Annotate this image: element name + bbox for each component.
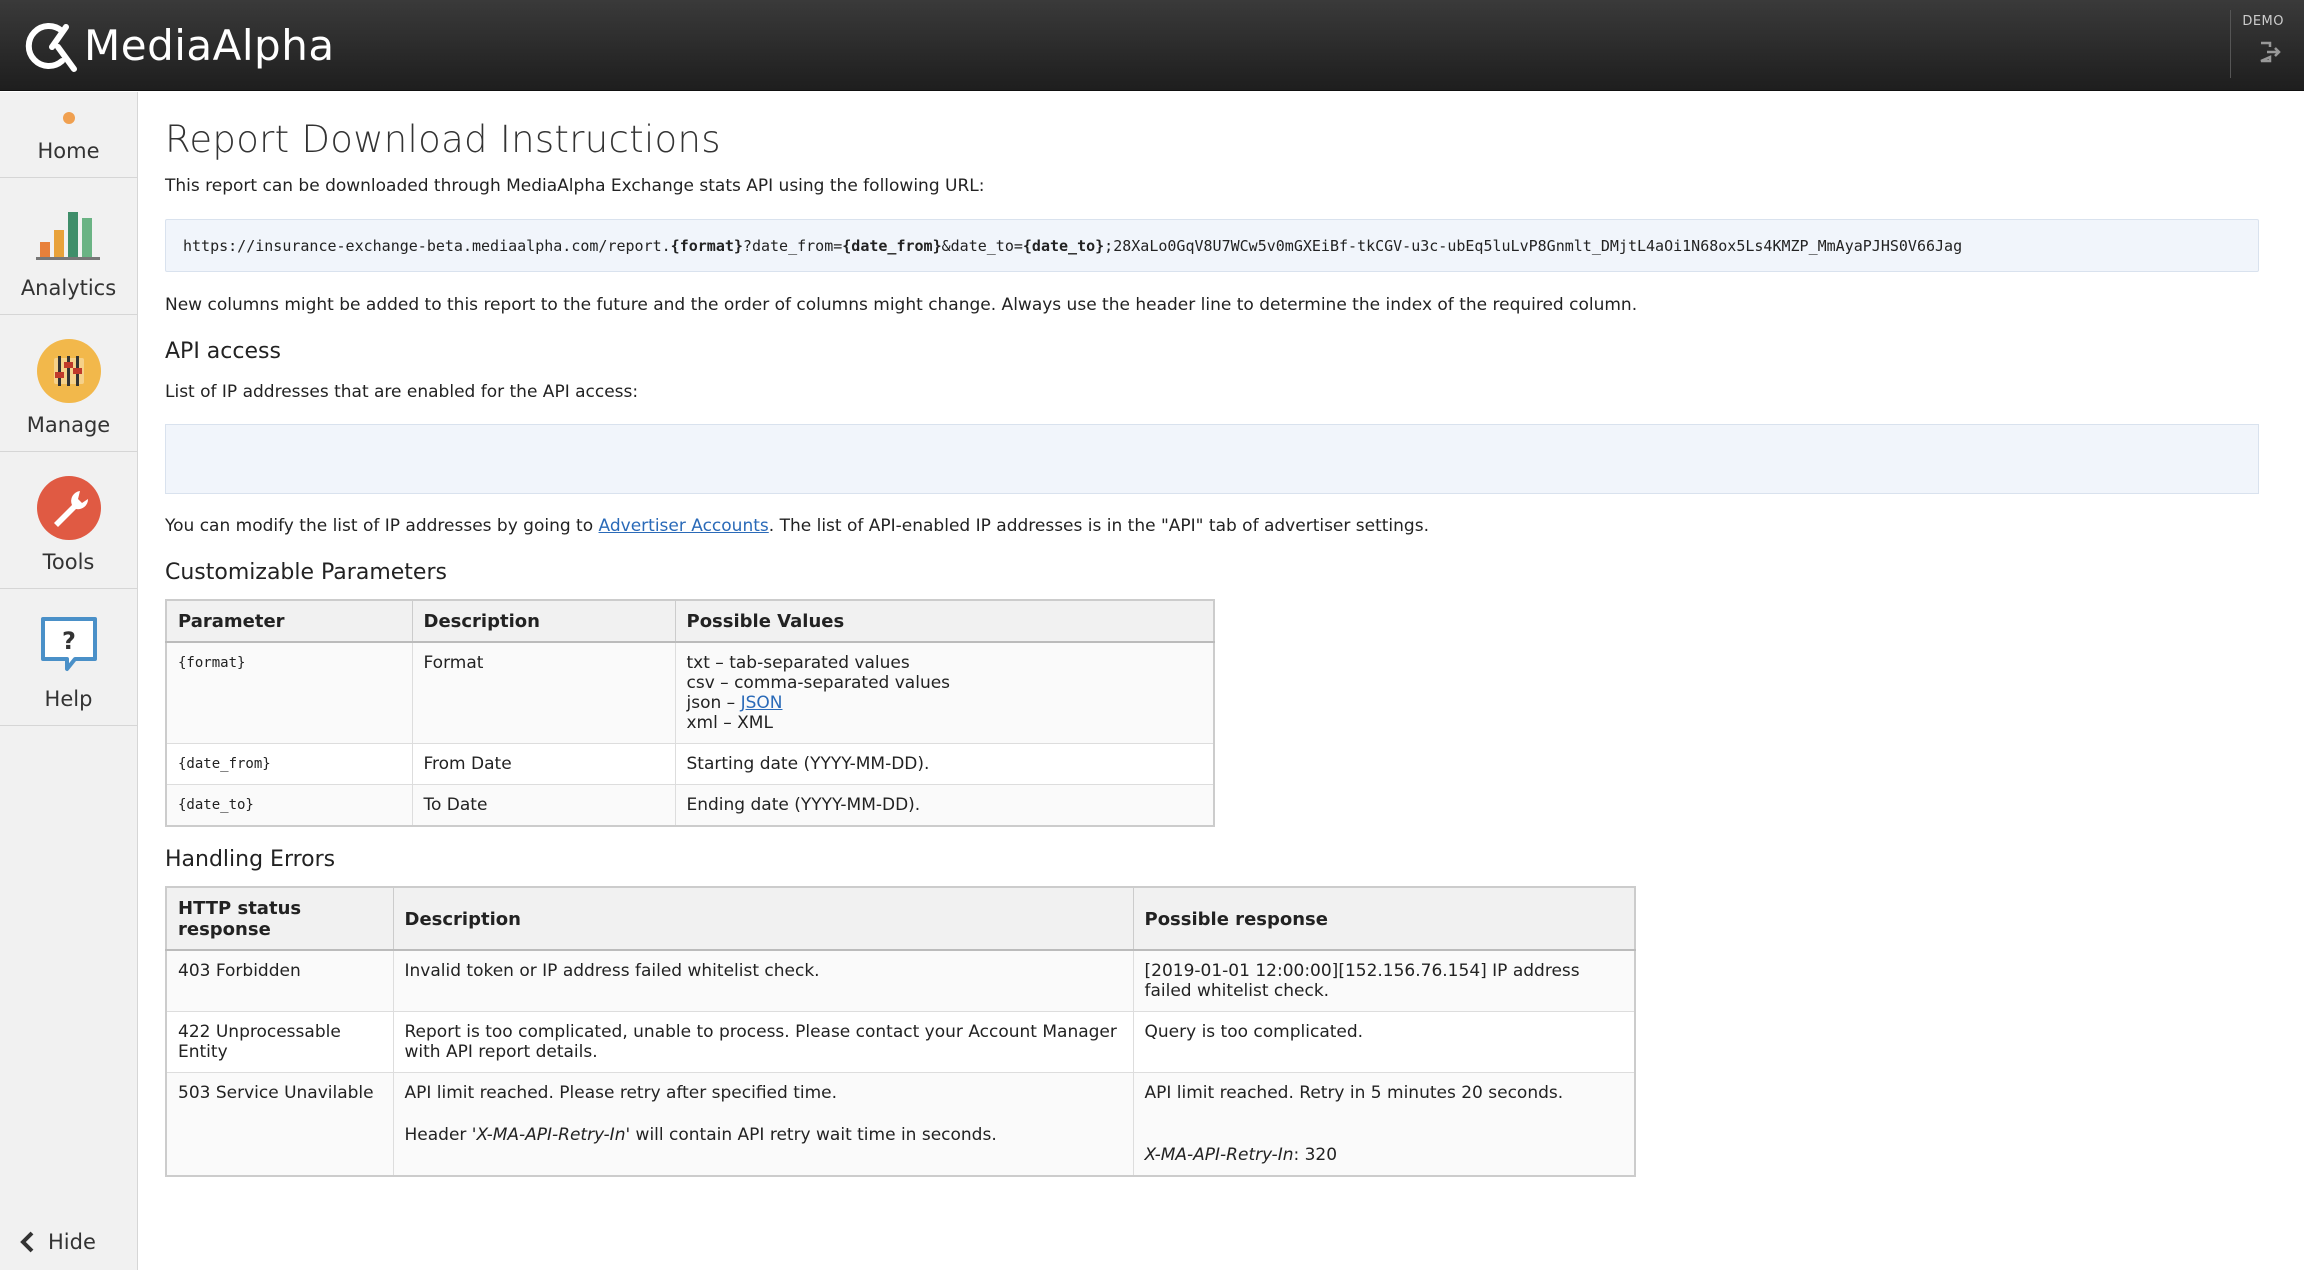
desc-cell: Report is too complicated, unable to pro…: [392, 1011, 1134, 1073]
desc-cell: API limit reached. Please retry after sp…: [392, 1072, 1134, 1177]
desc-cell: Format: [411, 641, 676, 744]
bar-chart-icon: [35, 200, 103, 268]
home-icon: [63, 112, 75, 124]
table-header-row: HTTP status response Description Possibl…: [165, 886, 1636, 951]
ip-address-list: [165, 424, 2259, 494]
sidebar-item-manage[interactable]: Manage: [0, 315, 137, 452]
chevron-left-icon: [20, 1231, 34, 1253]
ip-intro: List of IP addresses that are enabled fo…: [165, 382, 639, 402]
table-header-row: Parameter Description Possible Values: [165, 599, 1215, 643]
status-cell: 403 Forbidden: [165, 949, 394, 1012]
column-header: Description: [392, 886, 1134, 951]
report-url[interactable]: https://insurance-exchange-beta.mediaalp…: [165, 219, 2259, 272]
values-cell: Starting date (YYYY-MM-DD).: [674, 743, 1215, 785]
sidebar-item-help[interactable]: ? Help: [0, 589, 137, 726]
desc-cell: From Date: [411, 743, 676, 785]
brand-name: MediaAlpha: [84, 20, 335, 70]
status-cell: 503 Service Unavilable: [165, 1072, 394, 1177]
param-cell: {date_from}: [165, 743, 413, 785]
columns-note: New columns might be added to this repor…: [165, 295, 1638, 315]
response-cell: Query is too complicated.: [1132, 1011, 1636, 1073]
desc-cell: To Date: [411, 784, 676, 827]
json-link[interactable]: JSON: [741, 693, 783, 713]
account-area: DEMO: [2230, 10, 2304, 78]
values-cell: Ending date (YYYY-MM-DD).: [674, 784, 1215, 827]
sidebar-item-label: Tools: [42, 550, 95, 574]
values-cell: txt – tab-separated values csv – comma-s…: [674, 641, 1215, 744]
response-cell: [2019-01-01 12:00:00][152.156.76.154] IP…: [1132, 949, 1636, 1012]
table-row: {date_from} From Date Starting date (YYY…: [165, 743, 1215, 785]
table-row: 503 Service Unavilable API limit reached…: [165, 1072, 1636, 1177]
param-cell: {format}: [165, 641, 413, 744]
column-header: Possible Values: [674, 599, 1215, 643]
sliders-icon: [35, 337, 103, 405]
mediaalpha-logo-icon: [22, 17, 82, 73]
table-row: 403 Forbidden Invalid token or IP addres…: [165, 949, 1636, 1012]
wrench-icon: [35, 474, 103, 542]
table-row: {format} Format txt – tab-separated valu…: [165, 641, 1215, 744]
intro-text: This report can be downloaded through Me…: [165, 176, 985, 196]
top-bar: MediaAlpha DEMO: [0, 0, 2304, 91]
response-cell: API limit reached. Retry in 5 minutes 20…: [1132, 1072, 1636, 1177]
sidebar-item-label: Analytics: [20, 276, 117, 300]
page-title: Report Download Instructions: [165, 118, 721, 161]
account-label: DEMO: [2242, 14, 2284, 29]
sidebar-item-analytics[interactable]: Analytics: [0, 178, 137, 315]
modify-ip-text: You can modify the list of IP addresses …: [165, 516, 1429, 536]
brand-logo[interactable]: MediaAlpha: [22, 14, 335, 76]
sidebar-item-label: Help: [44, 687, 93, 711]
errors-heading: Handling Errors: [165, 847, 336, 872]
column-header: Parameter: [165, 599, 413, 643]
params-heading: Customizable Parameters: [165, 560, 447, 585]
table-row: {date_to} To Date Ending date (YYYY-MM-D…: [165, 784, 1215, 827]
api-access-heading: API access: [165, 339, 281, 364]
desc-cell: Invalid token or IP address failed white…: [392, 949, 1134, 1012]
sidebar-item-label: Manage: [26, 413, 111, 437]
status-cell: 422 Unprocessable Entity: [165, 1011, 394, 1073]
svg-text:?: ?: [62, 627, 76, 655]
errors-table: HTTP status response Description Possibl…: [165, 886, 1636, 1177]
table-row: 422 Unprocessable Entity Report is too c…: [165, 1011, 1636, 1073]
column-header: Description: [411, 599, 676, 643]
question-icon: ?: [35, 611, 103, 679]
column-header: HTTP status response: [165, 886, 394, 951]
sidebar-item-home[interactable]: Home: [0, 92, 137, 178]
params-table: Parameter Description Possible Values {f…: [165, 599, 1215, 827]
main-content: Report Download Instructions This report…: [165, 92, 2259, 1177]
column-header: Possible response: [1132, 886, 1636, 951]
hide-sidebar-button[interactable]: Hide: [18, 1230, 96, 1254]
sidebar: Home Analytics Manage Tools ? Help Hide: [0, 92, 138, 1270]
hide-label: Hide: [48, 1230, 96, 1254]
sidebar-item-label: Home: [37, 139, 100, 163]
advertiser-accounts-link[interactable]: Advertiser Accounts: [599, 516, 769, 536]
sidebar-item-tools[interactable]: Tools: [0, 452, 137, 589]
logout-icon[interactable]: [2258, 40, 2282, 64]
param-cell: {date_to}: [165, 784, 413, 827]
